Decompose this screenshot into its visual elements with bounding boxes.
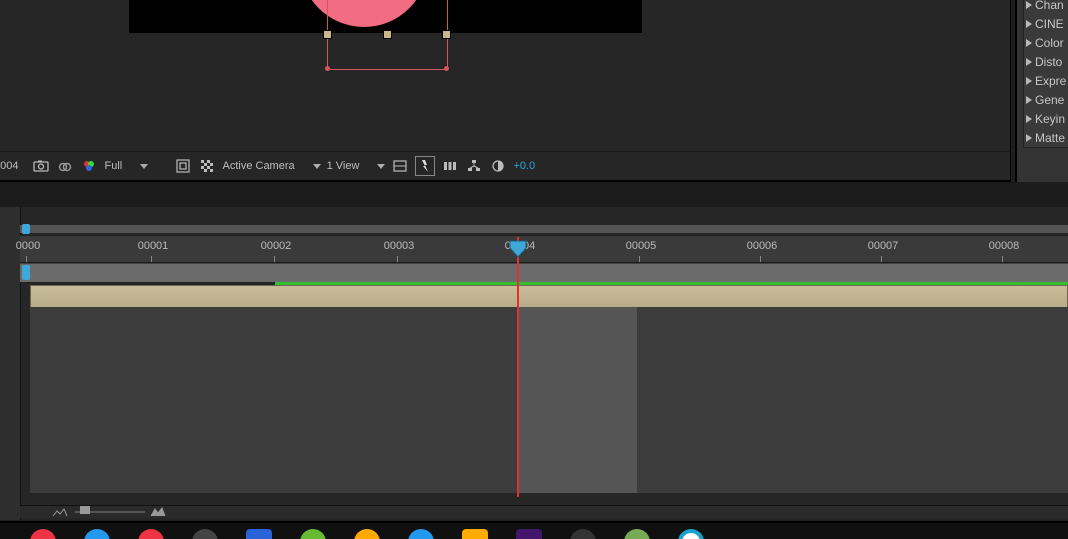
resolution-dropdown[interactable]: Full (104, 160, 168, 172)
pixel-aspect-icon[interactable] (391, 157, 409, 175)
chevron-right-icon (1026, 134, 1032, 142)
ruler-tick-label: 00005 (621, 240, 661, 252)
fast-previews-icon[interactable] (415, 156, 435, 176)
effect-label: Gene (1035, 93, 1064, 107)
taskbar-app-icon[interactable] (138, 529, 164, 539)
timeline-left-gutter (0, 207, 21, 520)
color-management-icon[interactable] (80, 157, 98, 175)
ruler-tick-label: 00007 (863, 240, 903, 252)
3d-view-dropdown[interactable]: Active Camera (222, 160, 320, 172)
taskbar-app-icon[interactable] (354, 529, 380, 539)
effect-category[interactable]: Chan (1024, 0, 1068, 14)
taskbar-app-icon[interactable] (408, 529, 434, 539)
ruler-tick-label: 00003 (379, 240, 419, 252)
composition-panel: 0004 Full Active Camera 1 View (0, 0, 1011, 182)
time-ruler[interactable]: 0000 00001 00002 00003 00004 00005 00006… (20, 235, 1068, 263)
exposure-value[interactable]: +0.0 (513, 160, 535, 172)
effect-label: Chan (1035, 0, 1064, 12)
taskbar-app-icon[interactable] (246, 529, 272, 539)
taskbar-app-icon[interactable] (678, 529, 704, 539)
effects-list: Chan CINE Color Disto Expre Gene Keyin M… (1023, 0, 1068, 148)
navigator-start-handle[interactable] (22, 224, 30, 234)
taskbar-app-icon[interactable] (300, 529, 326, 539)
timeline-zoom-bar (20, 505, 1068, 518)
effect-category[interactable]: Disto (1024, 52, 1068, 71)
time-selection (517, 307, 637, 493)
flowchart-icon[interactable] (465, 157, 483, 175)
resize-handle[interactable] (383, 30, 392, 39)
chevron-right-icon (1026, 115, 1032, 123)
reset-exposure-icon[interactable] (489, 157, 507, 175)
work-area-start-handle[interactable] (22, 265, 30, 280)
effect-category[interactable]: CINE (1024, 14, 1068, 33)
taskbar-app-icon[interactable] (462, 529, 488, 539)
show-channels-icon[interactable] (56, 157, 74, 175)
region-of-interest-icon[interactable] (174, 157, 192, 175)
taskbar-app-icon[interactable] (192, 529, 218, 539)
timeline-navigator[interactable] (20, 225, 1068, 233)
timeline-track-area[interactable] (30, 307, 1068, 493)
effect-label: CINE (1035, 17, 1064, 31)
taskbar-app-icon[interactable] (84, 529, 110, 539)
effect-label: Expre (1035, 74, 1066, 88)
work-area-bar[interactable] (20, 263, 1068, 283)
snapshot-icon[interactable] (32, 157, 50, 175)
ruler-tick-label: 00001 (133, 240, 173, 252)
chevron-right-icon (1026, 20, 1032, 28)
taskbar-app-icon[interactable] (624, 529, 650, 539)
windows-taskbar (0, 521, 1068, 539)
effect-category[interactable]: Keyin (1024, 109, 1068, 128)
view-layout-dropdown[interactable]: 1 View (327, 160, 386, 172)
effects-panel: Chan CINE Color Disto Expre Gene Keyin M… (1015, 0, 1068, 182)
effect-label: Color (1035, 36, 1064, 50)
ruler-tick-label: 00002 (256, 240, 296, 252)
chevron-right-icon (1026, 58, 1032, 66)
effect-label: Matte (1035, 131, 1065, 145)
path-vertex[interactable] (325, 66, 330, 71)
chevron-right-icon (1026, 39, 1032, 47)
taskbar-app-icon[interactable] (516, 529, 542, 539)
zoom-in-icon[interactable] (150, 507, 166, 520)
effect-category[interactable]: Matte (1024, 128, 1068, 147)
resize-handle[interactable] (442, 30, 451, 39)
effect-category[interactable]: Gene (1024, 90, 1068, 109)
ruler-tick-label: 00008 (984, 240, 1024, 252)
effect-label: Disto (1035, 55, 1062, 69)
ruler-tick-label: 00006 (742, 240, 782, 252)
resize-handle[interactable] (323, 30, 332, 39)
playhead[interactable] (509, 240, 527, 256)
path-vertex[interactable] (444, 66, 449, 71)
transparency-grid-icon[interactable] (198, 157, 216, 175)
effect-label: Keyin (1035, 112, 1065, 126)
composition-footer: 0004 Full Active Camera 1 View (0, 151, 1010, 182)
taskbar-app-icon[interactable] (30, 529, 56, 539)
timeline-panel: 0000 00001 00002 00003 00004 00005 00006… (0, 207, 1068, 520)
current-frame-readout[interactable]: 0004 (0, 160, 18, 172)
taskbar-app-icon[interactable] (570, 529, 596, 539)
panel-splitter[interactable] (0, 182, 1068, 207)
chevron-right-icon (1026, 96, 1032, 104)
timeline-icon[interactable] (441, 157, 459, 175)
ruler-tick-label: 0000 (8, 240, 48, 252)
effect-category[interactable]: Expre (1024, 71, 1068, 90)
effect-category[interactable]: Color (1024, 33, 1068, 52)
chevron-right-icon (1026, 1, 1032, 9)
zoom-out-icon[interactable] (52, 507, 68, 520)
zoom-slider-handle[interactable] (80, 506, 90, 514)
playhead-line (517, 237, 519, 497)
chevron-right-icon (1026, 77, 1032, 85)
layer-bar[interactable] (30, 285, 1068, 309)
